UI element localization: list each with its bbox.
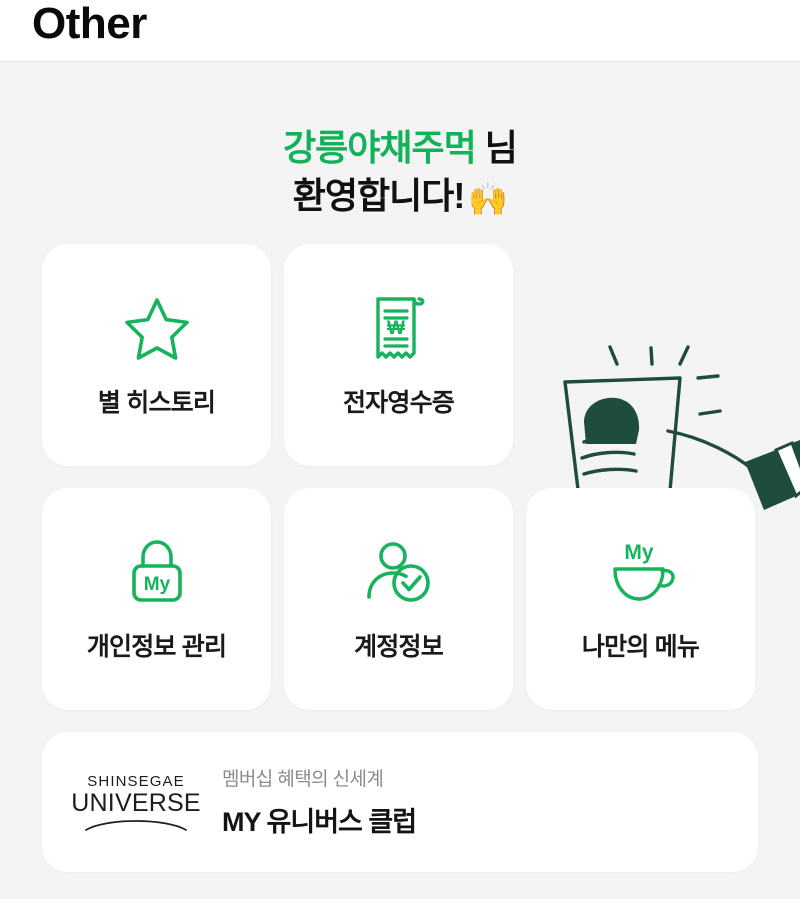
page-title: Other <box>32 0 147 48</box>
greeting-honorific: 님 <box>475 127 518 168</box>
svg-text:My: My <box>143 574 170 595</box>
raising-hands-emoji: 🙌 <box>468 180 508 217</box>
logo-top-text: SHINSEGAE <box>87 772 185 790</box>
tile-row-2: My 개인정보 관리 계정정보 My 나만의 메뉴 <box>42 487 758 710</box>
svg-text:My: My <box>624 541 653 564</box>
greeting-line-1: 강릉야채주먹 님 <box>0 124 800 172</box>
logo-bottom-text: UNIVERSE <box>71 788 201 817</box>
tile-label: 별 히스토리 <box>97 388 216 417</box>
tile-privacy-management[interactable]: My 개인정보 관리 <box>42 487 271 710</box>
banner-title: MY 유니버스 클럽 <box>222 807 417 838</box>
tile-label: 나만의 메뉴 <box>581 632 700 661</box>
lock-my-icon: My <box>126 535 188 609</box>
star-icon <box>124 291 190 365</box>
tile-label: 계정정보 <box>354 632 444 661</box>
member-name: 강릉야채주먹 <box>283 127 477 168</box>
universe-club-banner[interactable]: SHINSEGAE UNIVERSE 멤버십 혜택의 신세계 MY 유니버스 클… <box>42 731 758 872</box>
banner-subtitle: 멤버십 혜택의 신세계 <box>222 769 384 791</box>
app-header: Other <box>0 0 800 62</box>
page-content: 강릉야채주먹 님 환영합니다! 🙌 별 히스토리 ₩ 전자영수증 My 개인정보… <box>0 62 800 899</box>
welcome-greeting: 강릉야채주먹 님 환영합니다! 🙌 <box>0 62 800 220</box>
tile-account-info[interactable]: 계정정보 <box>284 487 513 710</box>
tile-my-menu[interactable]: My 나만의 메뉴 <box>526 487 755 710</box>
receipt-won-icon: ₩ <box>370 291 428 365</box>
greeting-line-2: 환영합니다! 🙌 <box>0 172 800 220</box>
svg-text:₩: ₩ <box>387 318 405 339</box>
tile-e-receipt[interactable]: ₩ 전자영수증 <box>284 243 513 466</box>
greeting-message: 환영합니다! <box>292 174 466 216</box>
shinsegae-universe-logo: SHINSEGAE UNIVERSE <box>71 772 201 831</box>
tile-label: 개인정보 관리 <box>86 632 227 661</box>
tile-label: 전자영수증 <box>342 388 455 417</box>
tile-row-1: 별 히스토리 ₩ 전자영수증 <box>42 243 758 466</box>
tile-star-history[interactable]: 별 히스토리 <box>42 243 271 466</box>
logo-arc-icon <box>85 820 187 831</box>
banner-text-block: 멤버십 혜택의 신세계 MY 유니버스 클럽 <box>222 764 417 839</box>
menu-tile-grid: 별 히스토리 ₩ 전자영수증 My 개인정보 관리 계정정보 My 나만의 메뉴 <box>0 243 800 710</box>
person-check-icon <box>365 535 433 609</box>
my-coffee-cup-icon: My <box>605 535 677 609</box>
